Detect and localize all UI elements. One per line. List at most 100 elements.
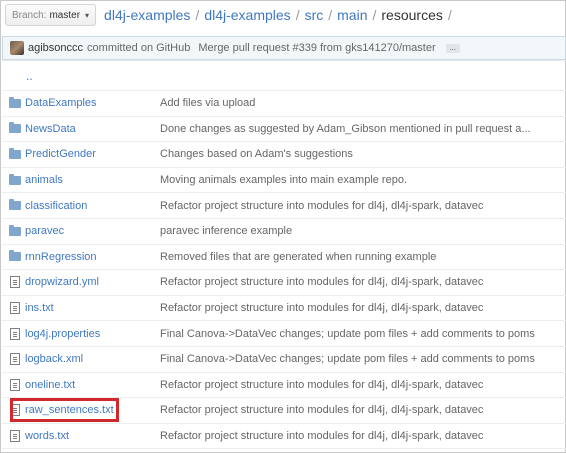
file-row[interactable]: NewsData Done changes as suggested by Ada… — [2, 117, 566, 143]
file-name-cell: dropwizard.yml — [22, 276, 160, 288]
file-icon — [10, 353, 20, 366]
file-row-icon-cell — [2, 276, 22, 289]
file-row-icon-cell — [2, 250, 22, 262]
file-row[interactable]: log4j.properties Final Canova->DataVec ch… — [2, 321, 566, 347]
file-name-cell: classification — [22, 200, 160, 212]
file-name-link[interactable]: raw_sentences.txt — [25, 404, 114, 416]
commit-message-cell[interactable]: Final Canova->DataVec changes; update po… — [160, 353, 566, 365]
file-row-icon-cell — [2, 302, 22, 315]
breadcrumb-separator: / — [447, 7, 452, 23]
file-list: .. DataExamples Add files via upload NewsD… — [2, 60, 566, 450]
file-icon — [10, 327, 20, 340]
file-name-link[interactable]: ins.txt — [25, 302, 54, 314]
file-row[interactable]: DataExamples Add files via upload — [2, 91, 566, 117]
file-row[interactable]: paravec paravec inference example — [2, 219, 566, 245]
folder-icon — [9, 147, 21, 159]
parent-directory-link[interactable]: .. — [26, 69, 33, 83]
file-row[interactable]: words.txt Refactor project structure into… — [2, 424, 566, 450]
commit-message-cell[interactable]: Moving animals examples into main exampl… — [160, 174, 566, 186]
commit-message-cell[interactable]: Final Canova->DataVec changes; update po… — [160, 328, 566, 340]
file-icon — [10, 378, 20, 391]
branch-selector-button[interactable]: Branch: master ▾ — [5, 4, 97, 26]
file-icon — [10, 404, 20, 417]
commit-message-cell[interactable]: Refactor project structure into modules … — [160, 200, 566, 212]
commit-message-cell[interactable]: Refactor project structure into modules … — [160, 302, 566, 314]
breadcrumb-separator: / — [295, 7, 300, 23]
file-row-icon-cell — [2, 224, 22, 236]
file-row-icon-cell — [2, 199, 22, 211]
breadcrumb-separator: / — [372, 7, 377, 23]
commit-verb: committed on GitHub — [87, 42, 191, 54]
file-row[interactable]: rnnRegression Removed files that are gene… — [2, 245, 566, 271]
file-name-cell: logback.xml — [22, 353, 160, 365]
parent-directory-row[interactable]: .. — [2, 61, 566, 91]
chevron-down-icon: ▾ — [85, 10, 90, 20]
avatar[interactable] — [10, 41, 24, 55]
folder-icon — [9, 122, 21, 134]
file-row[interactable]: raw_sentences.txt Refactor project struct… — [2, 398, 566, 424]
file-name-cell: words.txt — [22, 430, 160, 442]
commit-message-cell[interactable]: paravec inference example — [160, 225, 566, 237]
file-row[interactable]: ins.txt Refactor project structure into m… — [2, 296, 566, 322]
file-name-cell: ins.txt — [22, 302, 160, 314]
breadcrumb: dl4j-examples / dl4j-examples / src / main / res… — [104, 7, 457, 23]
breadcrumb-module[interactable]: dl4j-examples — [204, 7, 290, 23]
file-row-icon-cell — [2, 122, 22, 134]
commit-message-cell[interactable]: Add files via upload — [160, 97, 566, 109]
file-name-link[interactable]: rnnRegression — [25, 251, 97, 263]
commit-message-link[interactable]: Merge pull request #339 from gks141270/m… — [198, 42, 435, 54]
commit-message-cell[interactable]: Refactor project structure into modules … — [160, 379, 566, 391]
file-name-link[interactable]: animals — [25, 174, 63, 186]
branch-prefix-label: Branch: — [12, 9, 47, 21]
path-bar: Branch: master ▾ dl4j-examples / dl4j-exam… — [1, 1, 565, 29]
file-icon — [10, 276, 20, 289]
file-row[interactable]: animals Moving animals examples into main… — [2, 168, 566, 194]
file-row-icon-cell — [2, 378, 22, 391]
file-name-cell: DataExamples — [22, 97, 160, 109]
commit-expand-button[interactable]: ... — [445, 43, 460, 53]
file-row[interactable]: oneline.txt Refactor project structure in… — [2, 373, 566, 399]
file-icon — [10, 302, 20, 315]
file-name-link[interactable]: words.txt — [25, 430, 69, 442]
file-name-cell: NewsData — [22, 123, 160, 135]
file-name-link[interactable]: log4j.properties — [25, 328, 100, 340]
breadcrumb-separator: / — [195, 7, 200, 23]
folder-icon — [9, 250, 21, 262]
breadcrumb-main[interactable]: main — [337, 7, 367, 23]
commit-message-cell[interactable]: Done changes as suggested by Adam_Gibson… — [160, 123, 566, 135]
file-name-link[interactable]: PredictGender — [25, 148, 96, 160]
file-name-cell: oneline.txt — [22, 379, 160, 391]
commit-message-cell[interactable]: Removed files that are generated when ru… — [160, 251, 566, 263]
folder-icon — [9, 173, 21, 185]
file-row-icon-cell — [2, 404, 22, 417]
breadcrumb-separator: / — [328, 7, 333, 23]
commit-message-cell[interactable]: Refactor project structure into modules … — [160, 276, 566, 288]
commit-message-cell[interactable]: Changes based on Adam's suggestions — [160, 148, 566, 160]
file-name-link[interactable]: paravec — [25, 225, 64, 237]
file-row[interactable]: dropwizard.yml Refactor project structure… — [2, 270, 566, 296]
file-name-cell: rnnRegression — [22, 251, 160, 263]
file-name-link[interactable]: DataExamples — [25, 97, 97, 109]
file-name-cell: PredictGender — [22, 148, 160, 160]
breadcrumb-current: resources — [381, 7, 443, 23]
file-name-link[interactable]: oneline.txt — [25, 379, 75, 391]
file-name-link[interactable]: dropwizard.yml — [25, 276, 99, 288]
file-name-link[interactable]: classification — [25, 200, 87, 212]
file-name-link[interactable]: NewsData — [25, 123, 76, 135]
commit-author-link[interactable]: agibsonccc — [28, 42, 83, 54]
file-row[interactable]: logback.xml Final Canova->DataVec changes… — [2, 347, 566, 373]
file-row-icon-cell — [2, 96, 22, 108]
file-name-link[interactable]: logback.xml — [25, 353, 83, 365]
repo-file-browser: Branch: master ▾ dl4j-examples / dl4j-exam… — [0, 0, 566, 453]
commit-message-cell[interactable]: Refactor project structure into modules … — [160, 430, 566, 442]
file-name-cell: raw_sentences.txt — [22, 404, 160, 416]
file-row-icon-cell — [2, 147, 22, 159]
file-row-icon-cell — [2, 430, 22, 443]
commit-message-cell[interactable]: Refactor project structure into modules … — [160, 404, 566, 416]
breadcrumb-repo-root[interactable]: dl4j-examples — [104, 7, 190, 23]
breadcrumb-src[interactable]: src — [305, 7, 324, 23]
file-row-icon-cell — [2, 173, 22, 185]
file-row[interactable]: classification Refactor project structure… — [2, 193, 566, 219]
file-icon — [10, 430, 20, 443]
file-row[interactable]: PredictGender Changes based on Adam's sug… — [2, 142, 566, 168]
